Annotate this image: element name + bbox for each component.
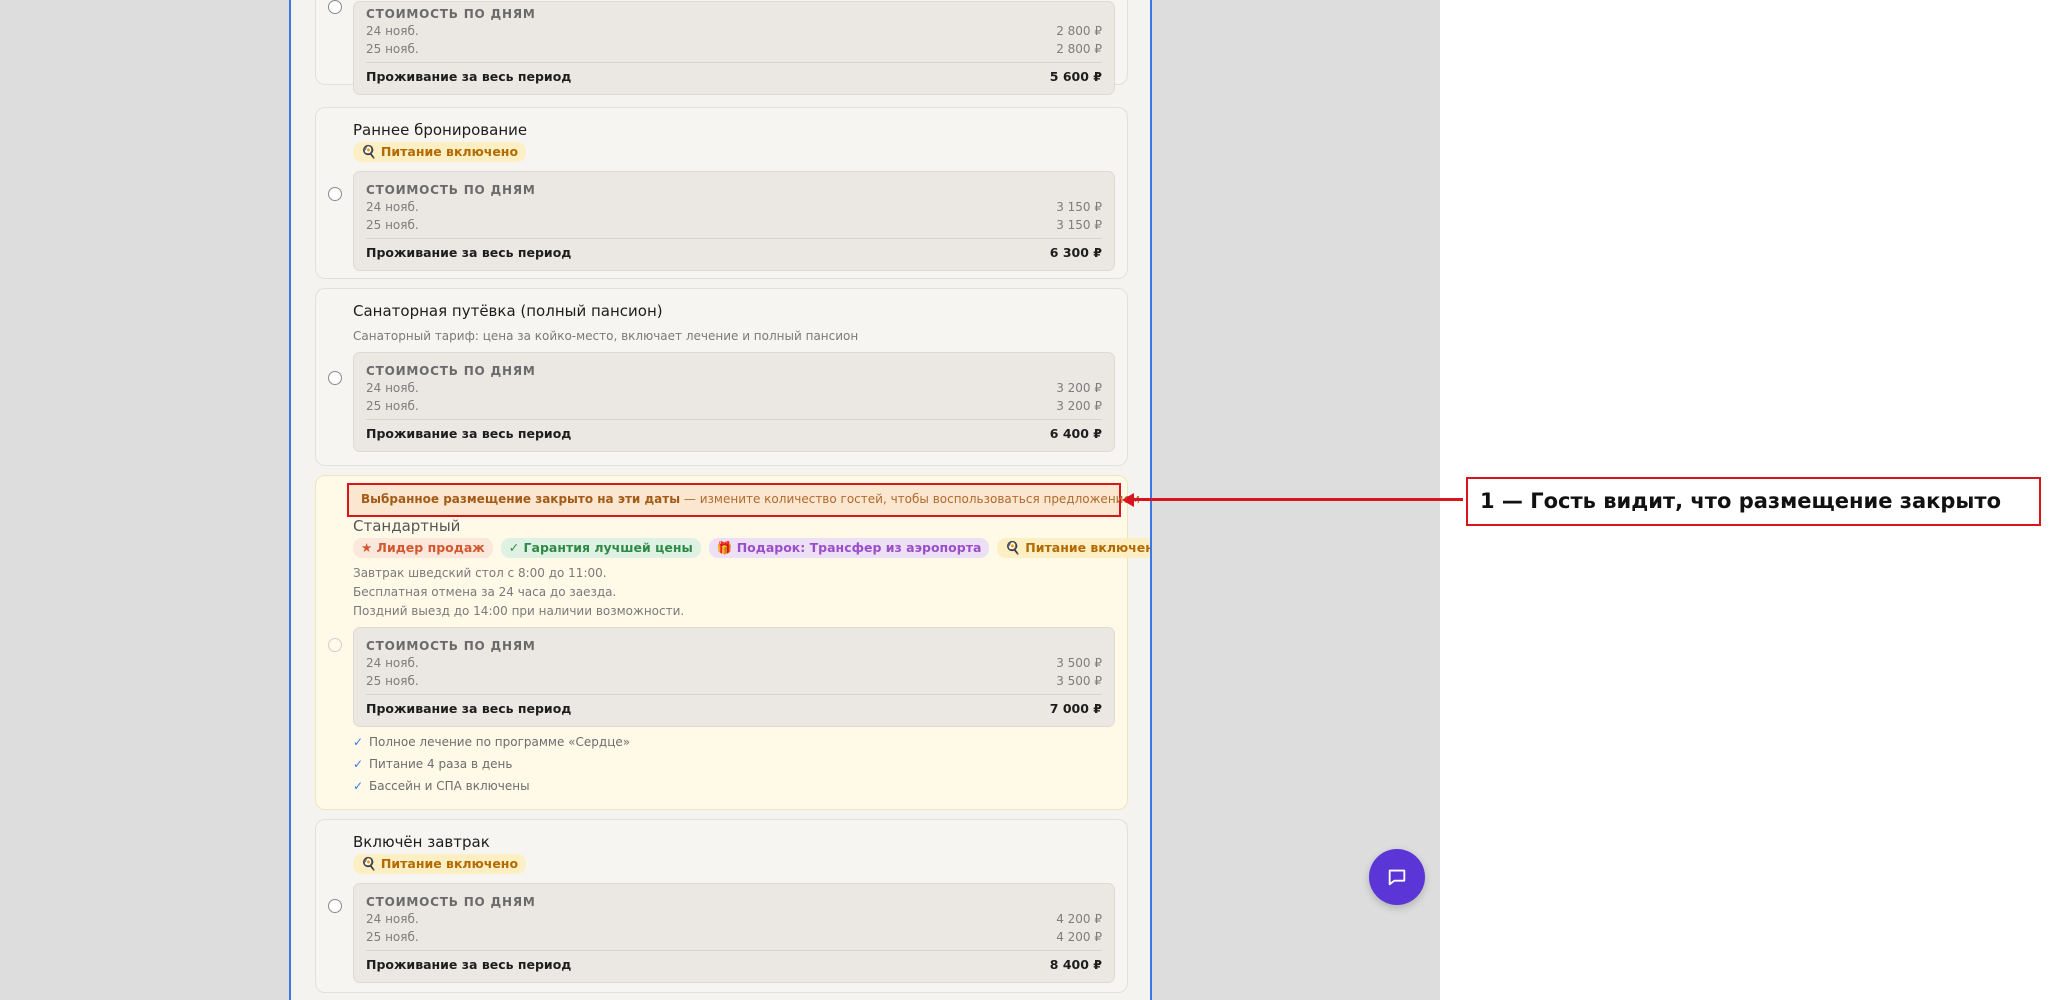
price-row: 25 нояб. 2 800 ₽: [366, 40, 1102, 58]
price-total-row: Проживание за весь период 8 400 ₽: [366, 950, 1102, 976]
check-icon: ✓: [353, 757, 364, 771]
tariff-tags: 🍳 Питание включено: [353, 854, 1115, 874]
total-label: Проживание за весь период: [366, 69, 572, 84]
closed-dates-warning: Выбранное размещение закрыто на эти даты…: [347, 483, 1140, 517]
feature-text: Питание 4 раза в день: [369, 757, 513, 771]
tariff-description: Санаторный тариф: цена за койко-место, в…: [353, 329, 859, 343]
prices-label: стоимость по дням: [366, 183, 536, 197]
meal-included-badge: 🍳 Питание включено: [997, 538, 1150, 558]
chat-bubble-icon: [1388, 869, 1406, 886]
feature-item: ✓ Питание 4 раза в день: [353, 753, 1115, 775]
total-value: 5 600 ₽: [1049, 69, 1102, 84]
prices-label: стоимость по дням: [366, 895, 536, 909]
price-value: 3 200 ₽: [1056, 381, 1102, 395]
tariff-description-line: Бесплатная отмена за 24 часа до заезда.: [353, 585, 617, 599]
tariff-tags: ★ Лидер продаж ✓ Гарантия лучшей цены 🎁 …: [353, 538, 1150, 558]
annotation-callout: 1 — Гость видит, что размещение закрыто: [1466, 477, 2041, 526]
tariff-title: Стандартный: [353, 517, 461, 535]
total-value: 6 400 ₽: [1049, 426, 1102, 441]
tariff-card-sanatorium[interactable]: Санаторная путёвка (полный пансион) Сана…: [315, 288, 1128, 466]
annotation-arrow-line: [1131, 498, 1463, 501]
tariff-radio-sanatorium[interactable]: [328, 371, 342, 385]
tariff-radio-early-booking[interactable]: [328, 187, 342, 201]
price-breakdown: стоимость по дням 24 нояб. 3 150 ₽ 25 но…: [353, 171, 1115, 271]
total-value: 6 300 ₽: [1049, 245, 1102, 260]
price-total-row: Проживание за весь период 5 600 ₽: [366, 62, 1102, 88]
tariff-title: Раннее бронирование: [353, 121, 528, 139]
price-row: 25 нояб. 3 200 ₽: [366, 397, 1102, 415]
price-value: 3 500 ₽: [1056, 656, 1102, 670]
tariff-title: Санаторная путёвка (полный пансион): [353, 302, 663, 320]
price-row: 25 нояб. 3 150 ₽: [366, 216, 1102, 234]
price-value: 2 800 ₽: [1056, 24, 1102, 38]
price-row: 24 нояб. 3 200 ₽: [366, 379, 1102, 397]
price-date: 25 нояб.: [366, 42, 419, 56]
warning-rest-text: — измените количество гостей, чтобы восп…: [683, 492, 1140, 506]
total-label: Проживание за весь период: [366, 957, 572, 972]
price-total-row: Проживание за весь период 6 400 ₽: [366, 419, 1102, 445]
price-value: 3 500 ₽: [1056, 674, 1102, 688]
total-label: Проживание за весь период: [366, 245, 572, 260]
price-row: 25 нояб. 3 500 ₽: [366, 672, 1102, 690]
price-breakdown: стоимость по дням 24 нояб. 3 200 ₽ 25 но…: [353, 352, 1115, 452]
price-date: 24 нояб.: [366, 200, 419, 214]
price-date: 25 нояб.: [366, 674, 419, 688]
price-value: 4 200 ₽: [1056, 930, 1102, 944]
total-label: Проживание за весь период: [366, 426, 572, 441]
warning-strong-text: Выбранное размещение закрыто на эти даты: [361, 492, 681, 506]
price-total-row: Проживание за весь период 7 000 ₽: [366, 694, 1102, 720]
price-date: 25 нояб.: [366, 930, 419, 944]
feature-item: ✓ Полное лечение по программе «Сердце»: [353, 731, 1115, 753]
tariff-description-line: Завтрак шведский стол с 8:00 до 11:00.: [353, 566, 607, 580]
best-price-badge: ✓ Гарантия лучшей цены: [500, 538, 701, 558]
price-breakdown: стоимость по дням 24 нояб. 3 500 ₽ 25 но…: [353, 627, 1115, 727]
price-value: 3 150 ₽: [1056, 200, 1102, 214]
price-date: 24 нояб.: [366, 381, 419, 395]
tariff-card-0[interactable]: стоимость по дням 24 нояб. 2 800 ₽ 25 но…: [315, 0, 1128, 95]
feature-item: ✓ Бассейн и СПА включены: [353, 775, 1115, 797]
tariff-title: Включён завтрак: [353, 833, 490, 851]
feature-text: Полное лечение по программе «Сердце»: [369, 735, 631, 749]
price-value: 3 200 ₽: [1056, 399, 1102, 413]
prices-label: стоимость по дням: [366, 639, 536, 653]
gift-transfer-badge: 🎁 Подарок: Трансфер из аэропорта: [708, 538, 990, 558]
total-value: 8 400 ₽: [1049, 957, 1102, 972]
price-row: 24 нояб. 3 500 ₽: [366, 654, 1102, 672]
price-date: 25 нояб.: [366, 218, 419, 232]
check-icon: ✓: [353, 735, 364, 749]
total-value: 7 000 ₽: [1049, 701, 1102, 716]
feature-text: Бассейн и СПА включены: [369, 779, 530, 793]
price-date: 25 нояб.: [366, 399, 419, 413]
meal-included-badge: 🍳 Питание включено: [353, 854, 527, 874]
meal-included-badge: 🍳 Питание включено: [353, 142, 527, 162]
tariff-card-breakfast[interactable]: Включён завтрак 🍳 Питание включено стоим…: [315, 819, 1128, 993]
tariff-card-early-booking[interactable]: Раннее бронирование 🍳 Питание включено с…: [315, 107, 1128, 279]
tariff-card-standard: Стандартный ★ Лидер продаж ✓ Гарантия лу…: [315, 475, 1150, 810]
prices-label: стоимость по дням: [366, 364, 536, 378]
price-breakdown: стоимость по дням 24 нояб. 4 200 ₽ 25 но…: [353, 883, 1115, 983]
prices-label: стоимость по дням: [366, 7, 536, 21]
price-row: 24 нояб. 4 200 ₽: [366, 910, 1102, 928]
price-value: 3 150 ₽: [1056, 218, 1102, 232]
tariff-radio-standard: [328, 638, 342, 652]
price-date: 24 нояб.: [366, 656, 419, 670]
check-icon: ✓: [353, 779, 364, 793]
price-row: 24 нояб. 3 150 ₽: [366, 198, 1102, 216]
price-date: 24 нояб.: [366, 24, 419, 38]
price-row: 25 нояб. 4 200 ₽: [366, 928, 1102, 946]
chat-button[interactable]: [1369, 849, 1425, 905]
bestseller-badge: ★ Лидер продаж: [353, 538, 493, 558]
price-value: 4 200 ₽: [1056, 912, 1102, 926]
tariff-radio-breakfast[interactable]: [328, 899, 342, 913]
price-row: 24 нояб. 2 800 ₽: [366, 22, 1102, 40]
tariff-radio-0[interactable]: [328, 0, 342, 14]
price-date: 24 нояб.: [366, 912, 419, 926]
tariff-description-line: Поздний выезд до 14:00 при наличии возмо…: [353, 604, 685, 618]
tariff-tags: 🍳 Питание включено: [353, 142, 1115, 162]
price-total-row: Проживание за весь период 6 300 ₽: [366, 238, 1102, 264]
price-breakdown: стоимость по дням 24 нояб. 2 800 ₽ 25 но…: [353, 1, 1115, 95]
total-label: Проживание за весь период: [366, 701, 572, 716]
price-value: 2 800 ₽: [1056, 42, 1102, 56]
